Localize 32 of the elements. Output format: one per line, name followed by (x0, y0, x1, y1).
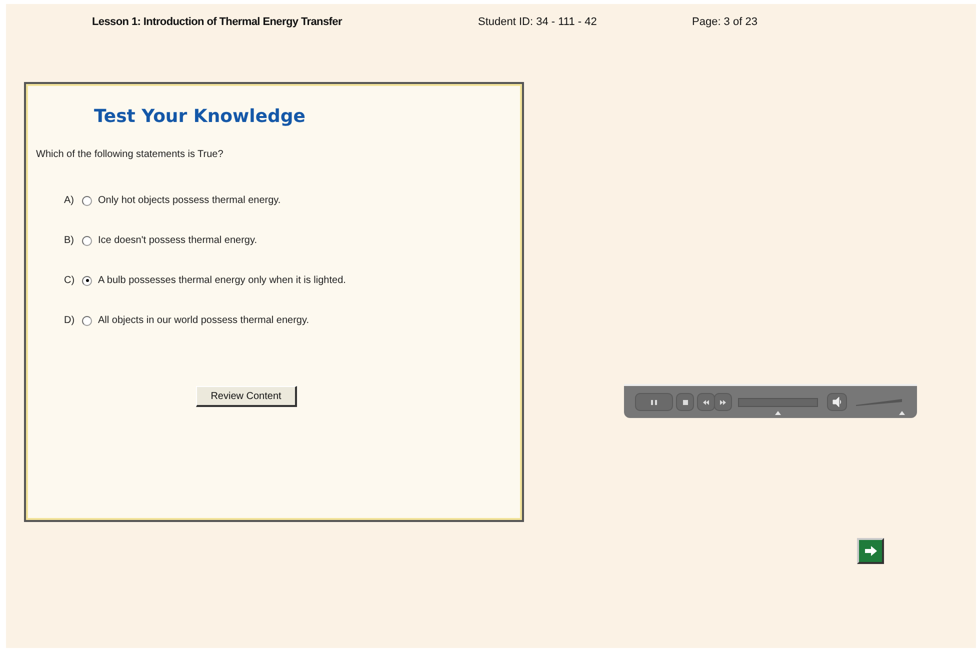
arrow-right-icon (864, 545, 878, 557)
question-text: Which of the following statements is True? (36, 149, 224, 160)
radio-button[interactable] (82, 276, 92, 286)
speaker-icon (832, 397, 842, 407)
pause-button[interactable] (635, 393, 673, 411)
volume-thumb[interactable] (899, 410, 905, 414)
page-number: Page: 3 of 23 (692, 16, 758, 30)
lesson-title: Lesson 1: Introduction of Thermal Energy Transfer (92, 16, 344, 30)
forward-button[interactable] (714, 393, 732, 411)
radio-button[interactable] (82, 236, 92, 246)
volume-button[interactable] (827, 393, 847, 411)
pause-icon (651, 400, 657, 404)
seek-thumb[interactable] (775, 410, 781, 414)
rewind-button[interactable] (697, 393, 715, 411)
option-letter: A) (64, 195, 75, 206)
review-content-button[interactable]: Review Content (196, 386, 297, 407)
option-text: Only hot objects possess thermal energy. (98, 195, 281, 206)
option-text: All objects in our world possess thermal energy. (98, 315, 310, 326)
stop-icon (682, 400, 688, 404)
quiz-title: Test Your Knowledge (94, 106, 306, 127)
radio-button[interactable] (82, 196, 92, 206)
option-letter: D) (64, 315, 76, 326)
option-letter: C) (64, 275, 76, 286)
stop-button[interactable] (676, 393, 694, 411)
radio-button[interactable] (82, 316, 92, 326)
next-button[interactable] (857, 538, 884, 564)
forward-icon (720, 400, 726, 404)
option-text: Ice doesn't possess thermal energy. (98, 235, 258, 246)
option-letter: B) (64, 235, 75, 246)
rewind-icon (703, 400, 709, 404)
student-id: Student ID: 34 - 111 - 42 (478, 16, 598, 30)
option-text: A bulb possesses thermal energy only when it is lighted. (98, 275, 346, 286)
